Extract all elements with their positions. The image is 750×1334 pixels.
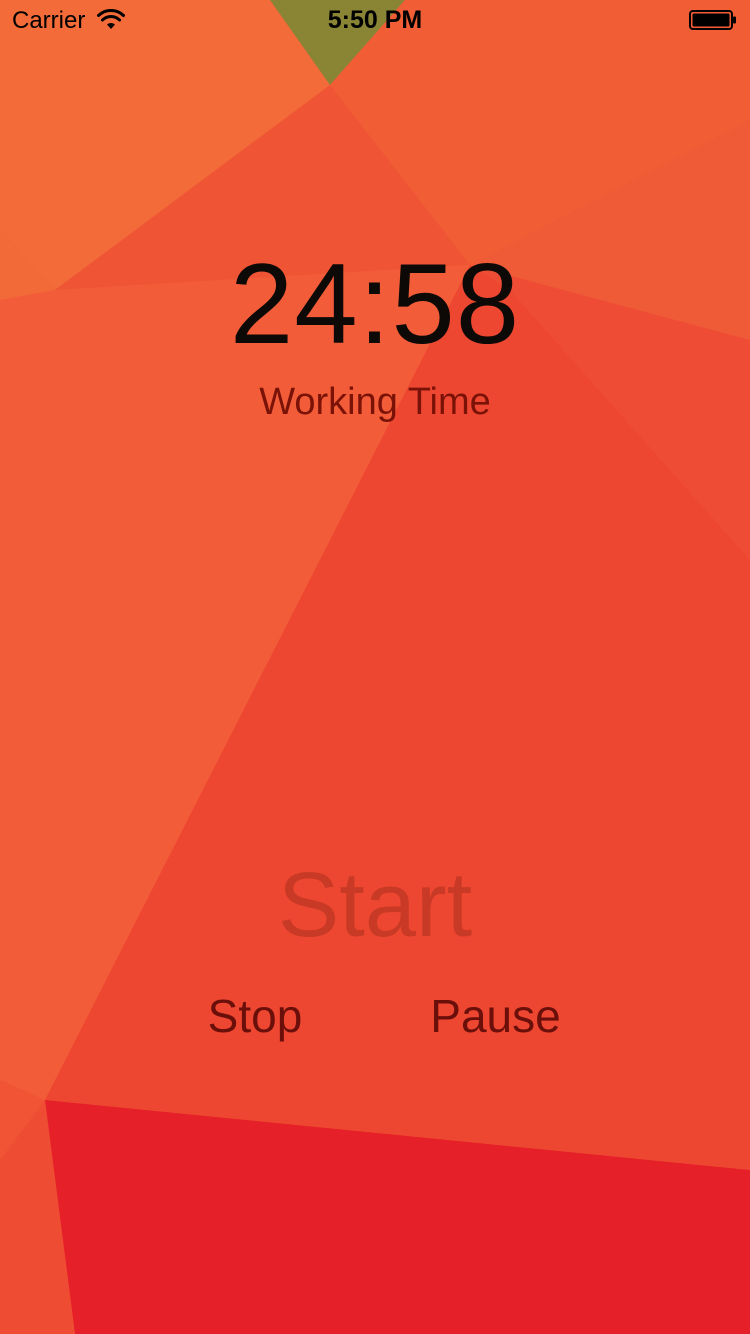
start-button[interactable]: Start bbox=[225, 850, 525, 960]
status-bar: Carrier 5:50 PM bbox=[0, 0, 750, 40]
session-mode-label: Working Time bbox=[259, 381, 491, 423]
stop-button[interactable]: Stop bbox=[190, 988, 320, 1044]
timer-screen: Carrier 5:50 PM 24:58 Working Time Start… bbox=[0, 0, 750, 1334]
battery-full-icon bbox=[689, 10, 736, 30]
low-poly-background bbox=[0, 0, 750, 1334]
pause-button[interactable]: Pause bbox=[418, 988, 573, 1044]
countdown-display: 24:58 bbox=[229, 241, 521, 368]
status-time: 5:50 PM bbox=[327, 6, 423, 34]
